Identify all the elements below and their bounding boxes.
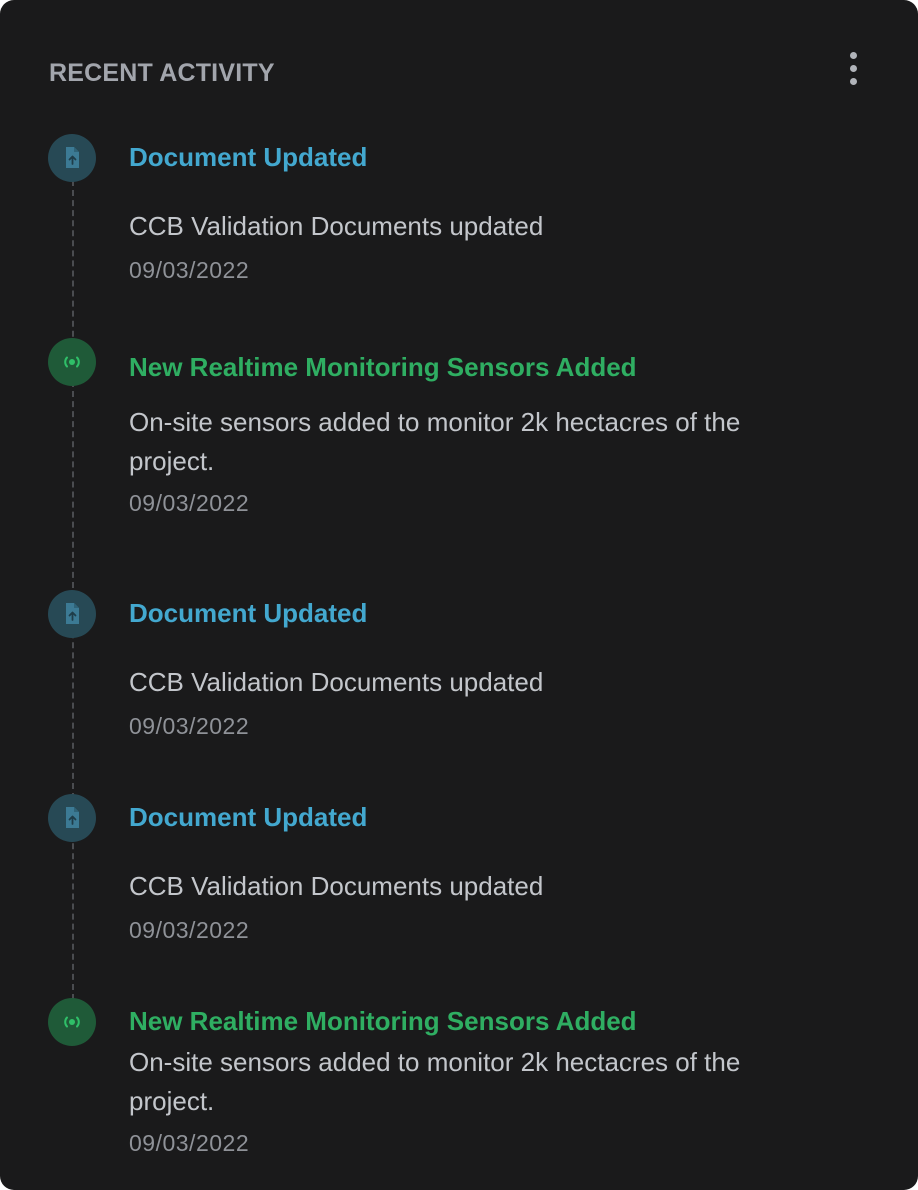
- broadcast-sensor-icon: [48, 998, 96, 1046]
- activity-description: CCB Validation Documents updated: [129, 211, 544, 241]
- broadcast-sensor-icon: [48, 338, 96, 386]
- activity-date: 09/03/2022: [129, 917, 250, 943]
- activity-title: Document Updated: [129, 142, 368, 172]
- activity-date: 09/03/2022: [129, 257, 250, 283]
- activity-description: On-site sensors added to monitor 2k hect…: [129, 407, 741, 476]
- recent-activity-panel: RECENT ACTIVITY Document Updated CCB Val…: [0, 0, 918, 1190]
- file-upload-icon: [48, 590, 96, 638]
- activity-title: New Realtime Monitoring Sensors Added: [129, 352, 637, 382]
- activity-description: CCB Validation Documents updated: [129, 871, 544, 901]
- activity-title: Document Updated: [129, 802, 368, 832]
- file-upload-icon: [48, 794, 96, 842]
- activity-date: 09/03/2022: [129, 490, 250, 516]
- activity-description: On-site sensors added to monitor 2k hect…: [129, 1047, 741, 1116]
- activity-description: CCB Validation Documents updated: [129, 667, 544, 697]
- activity-date: 09/03/2022: [129, 1130, 250, 1156]
- panel-title: RECENT ACTIVITY: [49, 59, 275, 87]
- more-options-button[interactable]: [836, 48, 872, 88]
- file-upload-icon: [48, 134, 96, 182]
- activity-date: 09/03/2022: [129, 713, 250, 739]
- activity-title: New Realtime Monitoring Sensors Added: [129, 1006, 637, 1036]
- activity-title: Document Updated: [129, 598, 368, 628]
